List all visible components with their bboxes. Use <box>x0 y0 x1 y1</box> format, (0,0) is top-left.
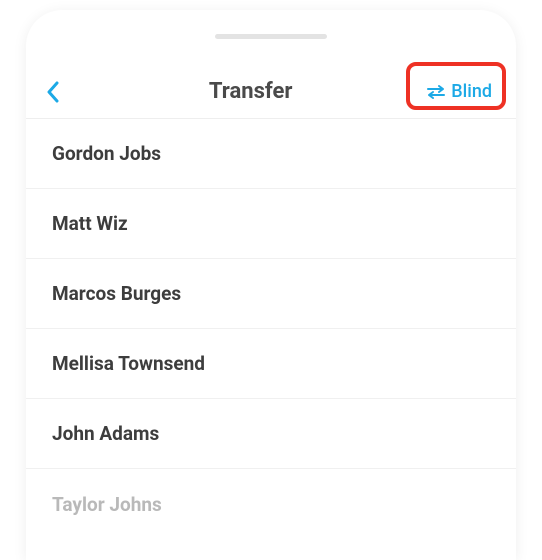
list-item[interactable]: John Adams <box>26 399 516 469</box>
list-item[interactable]: Matt Wiz <box>26 189 516 259</box>
contact-name: Mellisa Townsend <box>52 352 205 375</box>
contact-list: Gordon Jobs Matt Wiz Marcos Burges Melli… <box>26 119 516 539</box>
list-item[interactable]: Gordon Jobs <box>26 119 516 189</box>
list-item[interactable]: Taylor Johns <box>26 469 516 539</box>
back-button[interactable] <box>46 81 82 103</box>
contact-name: John Adams <box>52 422 159 445</box>
transfer-mode-label: Blind <box>451 81 492 102</box>
contact-name: Gordon Jobs <box>52 142 161 165</box>
page-title: Transfer <box>209 79 293 104</box>
list-item[interactable]: Marcos Burges <box>26 259 516 329</box>
contact-name: Marcos Burges <box>52 282 181 305</box>
transfer-mode-button[interactable]: Blind <box>419 77 500 106</box>
swap-icon <box>427 84 445 100</box>
list-item[interactable]: Mellisa Townsend <box>26 329 516 399</box>
phone-frame: Transfer Blind Gordon Jobs Matt Wiz Marc… <box>26 10 516 560</box>
header-bar: Transfer Blind <box>26 65 516 119</box>
contact-name: Taylor Johns <box>52 493 162 516</box>
contact-name: Matt Wiz <box>52 212 128 235</box>
drag-handle-indicator <box>215 34 327 39</box>
chevron-left-icon <box>46 81 59 103</box>
